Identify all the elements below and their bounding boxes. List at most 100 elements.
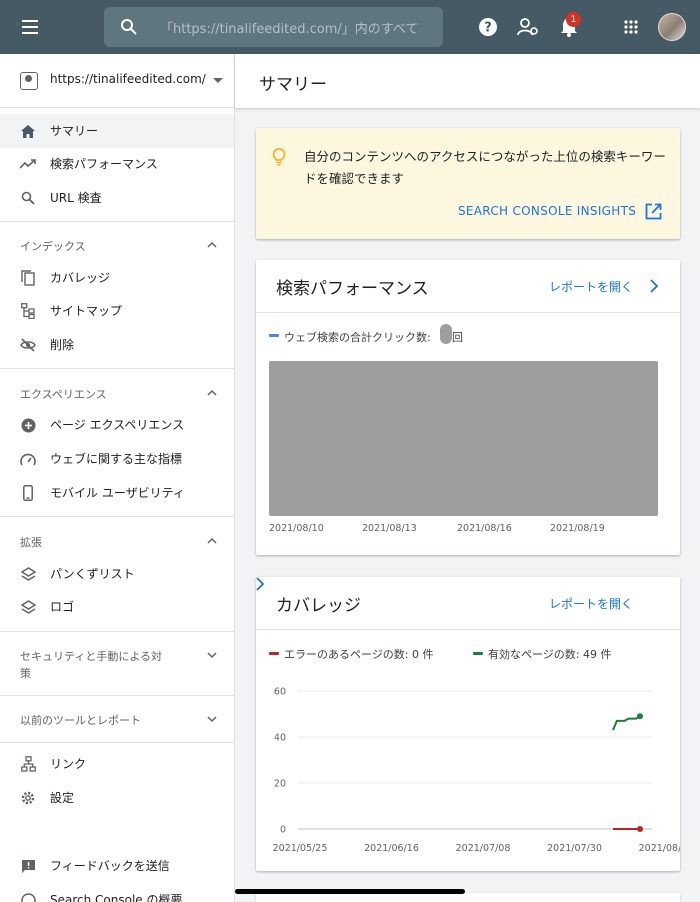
- sidebar-item-page-experience[interactable]: ページ エクスペリエンス: [0, 408, 234, 442]
- x-tick-label: 2021/05/25: [273, 843, 328, 854]
- x-tick-label: 2021/07/30: [547, 843, 602, 854]
- property-icon: [20, 72, 38, 90]
- insights-link[interactable]: SEARCH CONSOLE INSIGHTS: [458, 204, 636, 218]
- sidebar-item-coverage[interactable]: カバレッジ: [0, 261, 234, 295]
- sidebar-item-mobile-usability[interactable]: モバイル ユーザビリティ: [0, 476, 234, 510]
- sidebar-item-label: モバイル ユーザビリティ: [50, 486, 185, 500]
- tip-text: 自分のコンテンツへのアクセスにつながった上位の検索キーワードを確認できます: [304, 149, 666, 186]
- sidebar-item-label: ロゴ: [50, 600, 75, 614]
- sidebar-item-overview[interactable]: Search Console の概要: [0, 883, 234, 902]
- sidebar-item-sitemaps[interactable]: サイトマップ: [0, 294, 234, 328]
- sidebar-item-label: リンク: [50, 757, 87, 771]
- series-endpoint: [637, 826, 643, 832]
- next-card: [256, 893, 680, 902]
- speed-icon: [20, 451, 36, 467]
- sidebar-item-label: カバレッジ: [50, 271, 111, 285]
- sidebar-item-label: フィードバックを送信: [50, 859, 170, 873]
- section-header-index[interactable]: インデックス: [20, 238, 86, 254]
- y-tick-label: 60: [274, 687, 286, 698]
- menu-icon[interactable]: [16, 15, 44, 39]
- home-icon: [20, 123, 36, 139]
- section-header-security-line2[interactable]: 策: [20, 665, 31, 681]
- sidebar-item-settings[interactable]: 設定: [0, 781, 234, 815]
- chevron-down-icon[interactable]: [207, 650, 217, 660]
- y-tick-label: 0: [280, 825, 286, 836]
- help-icon[interactable]: ?: [476, 15, 500, 39]
- page-header: サマリー: [235, 54, 700, 108]
- performance-card: 検索パフォーマンス レポートを開く ウェブ検索の合計クリック数: 回 2021/…: [256, 260, 680, 555]
- series-endpoint: [637, 713, 643, 720]
- plus-circle-icon: [20, 417, 36, 433]
- search-input[interactable]: 「https://tinalifeedited.com/」内のすべて: [104, 7, 443, 47]
- x-tick: 2021/08/16: [457, 523, 512, 534]
- divider: [0, 742, 234, 743]
- divider: [0, 631, 234, 632]
- divider: [256, 312, 680, 313]
- section-header-legacy[interactable]: 以前のツールとレポート: [20, 712, 141, 728]
- app-header: 「https://tinalifeedited.com/」内のすべて ? 1: [0, 0, 700, 54]
- avatar[interactable]: [658, 13, 686, 41]
- open-in-new-icon[interactable]: [645, 203, 662, 220]
- search-icon: [121, 19, 137, 35]
- sidebar-item-links[interactable]: リンク: [0, 747, 234, 781]
- gear-icon: [20, 790, 36, 806]
- legend-swatch: [269, 334, 279, 337]
- insights-tip-card: 自分のコンテンツへのアクセスにつながった上位の検索キーワードを確認できます SE…: [256, 128, 680, 239]
- open-report-link[interactable]: レポートを開く: [549, 278, 633, 295]
- x-tick: 2021/08/19: [550, 523, 605, 534]
- property-url: https://tinalifeedited.com/: [50, 72, 206, 86]
- legend-clicks: ウェブ検索の合計クリック数:: [284, 331, 431, 344]
- coverage-card: カバレッジ レポートを開く エラーのあるページの数: 0 件 有効なページの数:…: [256, 577, 680, 871]
- sitemap-icon: [20, 303, 36, 319]
- notification-badge: 1: [566, 12, 581, 27]
- divider: [0, 221, 234, 222]
- sidebar: https://tinalifeedited.com/ サマリー 検索パフォーマ…: [0, 54, 235, 902]
- sidebar-item-logo[interactable]: ロゴ: [0, 590, 234, 624]
- sidebar-item-removals[interactable]: 削除: [0, 328, 234, 362]
- sidebar-item-label: Search Console の概要: [50, 893, 183, 902]
- property-selector[interactable]: https://tinalifeedited.com/: [0, 54, 234, 108]
- search-placeholder: 「https://tinalifeedited.com/」内のすべて: [160, 22, 419, 37]
- chevron-up-icon[interactable]: [207, 536, 217, 546]
- feedback-icon: [20, 858, 36, 874]
- sidebar-item-summary[interactable]: サマリー: [0, 114, 234, 148]
- section-header-experience[interactable]: エクスペリエンス: [20, 386, 107, 402]
- chevron-up-icon[interactable]: [207, 388, 217, 398]
- divider: [0, 695, 234, 696]
- apps-grid-icon[interactable]: [619, 15, 643, 39]
- dropdown-caret-icon: [213, 78, 223, 83]
- sidebar-item-label: ページ エクスペリエンス: [50, 418, 185, 432]
- redacted-value: [440, 324, 452, 344]
- sidebar-item-core-web-vitals[interactable]: ウェブに関する主な指標: [0, 442, 234, 476]
- links-icon: [20, 756, 36, 772]
- sidebar-item-label: サマリー: [50, 124, 99, 138]
- performance-chart-redacted: [269, 361, 658, 516]
- chevron-right-icon[interactable]: [650, 279, 658, 293]
- sidebar-item-performance[interactable]: 検索パフォーマンス: [0, 147, 234, 181]
- user-settings-icon[interactable]: [516, 15, 540, 39]
- sidebar-item-feedback[interactable]: フィードバックを送信: [0, 849, 234, 883]
- sidebar-item-label: URL 検査: [50, 191, 102, 205]
- divider: [0, 516, 234, 517]
- sidebar-item-breadcrumbs[interactable]: パンくずリスト: [0, 557, 234, 591]
- layers-icon: [20, 599, 36, 615]
- x-tick-label: 2021/07/08: [456, 843, 511, 854]
- copy-icon: [20, 270, 36, 286]
- sidebar-item-url-inspection[interactable]: URL 検査: [0, 181, 234, 215]
- section-header-enhancements[interactable]: 拡張: [20, 534, 42, 550]
- layers-icon: [20, 566, 36, 582]
- chevron-up-icon[interactable]: [207, 240, 217, 250]
- x-tick: 2021/08/13: [362, 523, 417, 534]
- lightbulb-icon: [272, 148, 286, 166]
- section-header-security[interactable]: セキュリティと手動による対: [20, 648, 162, 664]
- divider: [0, 368, 234, 369]
- trending-up-icon: [20, 156, 36, 172]
- phone-icon: [20, 485, 36, 501]
- y-tick-label: 40: [274, 733, 286, 744]
- coverage-chart: 0 20 40 60 2021/05/25 2021/06/16 2021/07/08 202…: [273, 687, 680, 855]
- series-line: [612, 715, 641, 731]
- chevron-down-icon[interactable]: [207, 714, 217, 724]
- sidebar-item-label: ウェブに関する主な指標: [50, 452, 183, 466]
- page-title: サマリー: [259, 75, 327, 95]
- search-icon: [20, 190, 36, 206]
